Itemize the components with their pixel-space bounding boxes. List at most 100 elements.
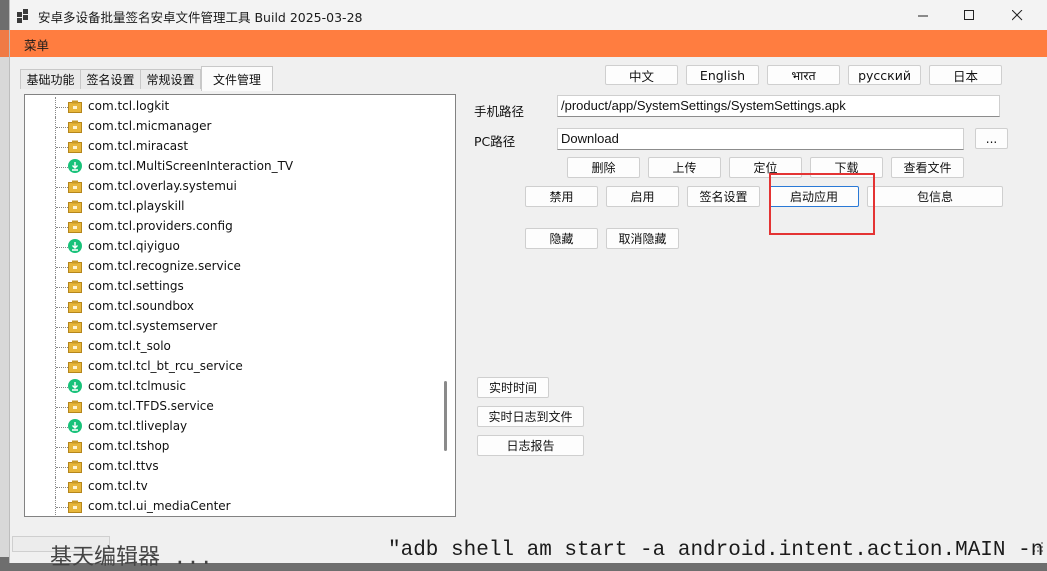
tree-connector-line bbox=[56, 307, 68, 308]
tree-connector-line bbox=[56, 367, 68, 368]
package-icon bbox=[68, 400, 82, 413]
delete-button[interactable]: 删除 bbox=[567, 157, 640, 178]
tree-connector-line bbox=[56, 107, 68, 108]
lang-hindi-button[interactable]: भारत bbox=[767, 65, 840, 85]
tree-item[interactable]: com.tcl.tclmusic bbox=[25, 377, 455, 397]
package-icon bbox=[68, 300, 82, 313]
tree-connector-line bbox=[56, 167, 68, 168]
log-report-button[interactable]: 日志报告 bbox=[477, 435, 584, 456]
main-window: 安卓多设备批量签名安卓文件管理工具 Build 2025-03-28 菜单 基础… bbox=[9, 0, 1047, 563]
tree-item[interactable]: com.tcl.ttvs bbox=[25, 457, 455, 477]
tree-item[interactable]: com.tcl.MultiScreenInteraction_TV bbox=[25, 157, 455, 177]
tree-connector-line bbox=[56, 327, 68, 328]
close-button[interactable] bbox=[994, 0, 1040, 30]
package-info-button[interactable]: 包信息 bbox=[867, 186, 1003, 207]
package-icon bbox=[68, 360, 82, 373]
tree-item[interactable]: com.tcl.ui_mediaCenter bbox=[25, 497, 455, 516]
tree-item-label: com.tcl.tshop bbox=[88, 439, 170, 453]
tree-item[interactable]: com.tcl.qiyiguo bbox=[25, 237, 455, 257]
browse-button[interactable]: ... bbox=[975, 128, 1008, 149]
tree-item-label: com.tcl.TFDS.service bbox=[88, 399, 214, 413]
tree-item[interactable]: com.tcl.soundbox bbox=[25, 297, 455, 317]
tree-item-label: com.tcl.t_solo bbox=[88, 339, 171, 353]
tree-item-label: com.tcl.tv bbox=[88, 479, 148, 493]
lang-chinese-button[interactable]: 中文 bbox=[605, 65, 678, 85]
tree-connector-line bbox=[56, 347, 68, 348]
tree-item[interactable]: com.tcl.overlay.systemui bbox=[25, 177, 455, 197]
tree-item[interactable]: com.tcl.miracast bbox=[25, 137, 455, 157]
package-icon bbox=[68, 340, 82, 353]
tab-basic[interactable]: 基础功能 bbox=[20, 69, 81, 89]
menu-bar: 菜单 bbox=[10, 30, 1047, 57]
tree-connector-line bbox=[56, 427, 68, 428]
upload-button[interactable]: 上传 bbox=[648, 157, 721, 178]
tree-item-label: com.tcl.qiyiguo bbox=[88, 239, 180, 253]
window-title: 安卓多设备批量签名安卓文件管理工具 Build 2025-03-28 bbox=[38, 10, 363, 25]
tree-item-label: com.tcl.overlay.systemui bbox=[88, 179, 237, 193]
lang-english-button[interactable]: English bbox=[686, 65, 759, 85]
pc-path-label: PC路径 bbox=[474, 134, 516, 149]
maximize-button[interactable] bbox=[946, 0, 992, 30]
tab-file-management[interactable]: 文件管理 bbox=[201, 66, 273, 91]
apk-icon bbox=[68, 379, 82, 393]
tree-item[interactable]: com.tcl.logkit bbox=[25, 97, 455, 117]
menu-item-main[interactable]: 菜单 bbox=[24, 35, 49, 54]
highlight-box bbox=[769, 173, 875, 235]
tree-connector-line bbox=[56, 507, 68, 508]
tree-connector-line bbox=[56, 247, 68, 248]
background-command-text: "adb shell am start -a android.intent.ac… bbox=[388, 539, 1044, 562]
phone-path-input[interactable]: /product/app/SystemSettings/SystemSettin… bbox=[557, 95, 1000, 117]
tree-item[interactable]: com.tcl.systemserver bbox=[25, 317, 455, 337]
package-icon bbox=[68, 100, 82, 113]
tree-item[interactable]: com.tcl.tv bbox=[25, 477, 455, 497]
tree-item[interactable]: com.tcl.providers.config bbox=[25, 217, 455, 237]
enable-button[interactable]: 启用 bbox=[606, 186, 679, 207]
apk-icon bbox=[68, 419, 82, 433]
tree-connector-line bbox=[56, 127, 68, 128]
package-tree[interactable]: com.tcl.logkit com.tcl.micmanager com.tcl.… bbox=[24, 94, 456, 517]
lang-japanese-button[interactable]: 日本 bbox=[929, 65, 1002, 85]
tree-item-label: com.tcl.logkit bbox=[88, 99, 170, 113]
minimize-icon bbox=[917, 15, 928, 16]
tree-item[interactable]: com.tcl.TFDS.service bbox=[25, 397, 455, 417]
tree-item[interactable]: com.tcl.tshop bbox=[25, 437, 455, 457]
package-icon bbox=[68, 280, 82, 293]
tree-item[interactable]: com.tcl.tcl_bt_rcu_service bbox=[25, 357, 455, 377]
sign-settings-button[interactable]: 签名设置 bbox=[687, 186, 760, 207]
package-icon bbox=[68, 180, 82, 193]
maximize-icon bbox=[963, 9, 974, 20]
tree-connector-line bbox=[56, 207, 68, 208]
tree-connector-line bbox=[56, 287, 68, 288]
apk-icon bbox=[68, 159, 82, 173]
tree-connector-line bbox=[56, 227, 68, 228]
lang-russian-button[interactable]: русский bbox=[848, 65, 921, 85]
realtime-button[interactable]: 实时时间 bbox=[477, 377, 549, 398]
close-icon bbox=[1011, 9, 1022, 20]
tree-item[interactable]: com.tcl.settings bbox=[25, 277, 455, 297]
tree-connector-line bbox=[56, 407, 68, 408]
tree-item[interactable]: com.tcl.t_solo bbox=[25, 337, 455, 357]
realtime-log-to-file-button[interactable]: 实时日志到文件 bbox=[477, 406, 584, 427]
tab-sign-settings[interactable]: 签名设置 bbox=[80, 69, 141, 89]
pc-path-input[interactable]: Download bbox=[557, 128, 964, 150]
unhide-button[interactable]: 取消隐藏 bbox=[606, 228, 679, 249]
tree-item-label: com.tcl.ui_mediaCenter bbox=[88, 499, 231, 513]
tree-item[interactable]: com.tcl.tliveplay bbox=[25, 417, 455, 437]
tree-item[interactable]: com.tcl.micmanager bbox=[25, 117, 455, 137]
tree-item-label: com.tcl.tliveplay bbox=[88, 419, 188, 433]
tree-item-label: com.tcl.ttvs bbox=[88, 459, 159, 473]
tab-general-settings[interactable]: 常规设置 bbox=[140, 69, 201, 89]
package-icon bbox=[68, 260, 82, 273]
tree-item[interactable]: com.tcl.playskill bbox=[25, 197, 455, 217]
tree-connector-line bbox=[56, 147, 68, 148]
hide-button[interactable]: 隐藏 bbox=[525, 228, 598, 249]
tree-item-label: com.tcl.miracast bbox=[88, 139, 189, 153]
tree-item[interactable]: com.tcl.recognize.service bbox=[25, 257, 455, 277]
tree-item-label: com.tcl.settings bbox=[88, 279, 184, 293]
phone-path-label: 手机路径 bbox=[474, 104, 525, 119]
view-file-button[interactable]: 查看文件 bbox=[891, 157, 964, 178]
disable-button[interactable]: 禁用 bbox=[525, 186, 598, 207]
minimize-button[interactable] bbox=[900, 0, 946, 30]
background-strip bbox=[0, 30, 9, 57]
background-editor-text: 基天编辑器 ... bbox=[50, 546, 213, 571]
